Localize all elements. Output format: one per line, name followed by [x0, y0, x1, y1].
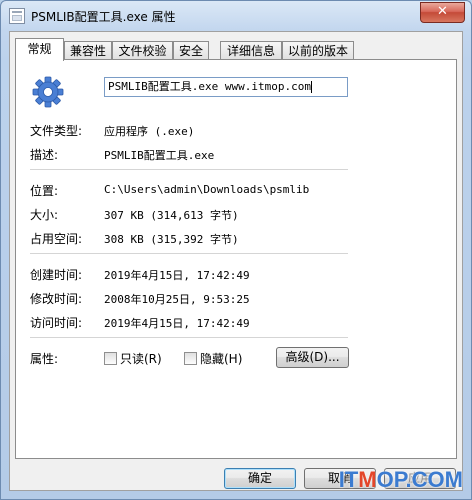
dialog-client: 常规 兼容性 文件校验 安全 详细信息 以前的版本 PSMLIB配置工具.exe… [9, 31, 463, 491]
properties-window: PSMLIB配置工具.exe 属性 ✕ 常规 兼容性 文件校验 安全 详细信息 … [0, 0, 472, 500]
size-on-disk-label: 占用空间: [30, 232, 83, 246]
readonly-checkbox[interactable] [104, 352, 117, 365]
hidden-checkbox[interactable] [184, 352, 197, 365]
file-icon [9, 8, 25, 24]
modified-label: 修改时间: [30, 292, 83, 306]
file-type-value: 应用程序 (.exe) [104, 125, 195, 138]
attributes-label: 属性: [30, 352, 59, 366]
description-value: PSMLIB配置工具.exe [104, 149, 215, 162]
size-value: 307 KB (314,613 字节) [104, 209, 239, 222]
tab-details[interactable]: 详细信息 [220, 41, 282, 59]
readonly-label[interactable]: 只读(R) [120, 350, 162, 367]
separator [30, 169, 348, 170]
advanced-button[interactable]: 高级(D)... [276, 347, 349, 368]
ok-button[interactable]: 确定 [224, 468, 296, 489]
tab-compatibility[interactable]: 兼容性 [64, 41, 112, 59]
gear-icon [32, 76, 64, 108]
hidden-label[interactable]: 隐藏(H) [200, 350, 242, 367]
watermark-prefix: IT [338, 467, 359, 492]
watermark-suffix: OP.COM [376, 467, 463, 492]
file-name-input[interactable]: PSMLIB配置工具.exe www.itmop.com [104, 77, 348, 97]
location-value: C:\Users\admin\Downloads\psmlib [104, 183, 310, 196]
separator [30, 253, 348, 254]
created-value: 2019年4月15日, 17:42:49 [104, 269, 250, 282]
title-bar[interactable]: PSMLIB配置工具.exe 属性 ✕ [1, 1, 471, 31]
tab-general[interactable]: 常规 [15, 38, 64, 61]
watermark-logo: ITMOP.COM [339, 467, 463, 493]
tab-security[interactable]: 安全 [173, 41, 209, 59]
general-tab-panel: PSMLIB配置工具.exe www.itmop.com 文件类型: 应用程序 … [15, 59, 457, 459]
modified-value: 2008年10月25日, 9:53:25 [104, 293, 250, 306]
file-type-label: 文件类型: [30, 124, 83, 138]
file-name-text: PSMLIB配置工具.exe www.itmop.com [108, 80, 311, 93]
watermark-highlight: M [358, 467, 377, 492]
accessed-label: 访问时间: [30, 316, 83, 330]
accessed-value: 2019年4月15日, 17:42:49 [104, 317, 250, 330]
close-button[interactable]: ✕ [420, 2, 465, 23]
separator [30, 337, 348, 338]
location-label: 位置: [30, 184, 59, 198]
size-on-disk-value: 308 KB (315,392 字节) [104, 233, 239, 246]
text-caret [310, 81, 312, 93]
created-label: 创建时间: [30, 268, 83, 282]
window-title: PSMLIB配置工具.exe 属性 [31, 10, 176, 24]
tab-checksum[interactable]: 文件校验 [112, 41, 173, 59]
size-label: 大小: [30, 208, 59, 222]
description-label: 描述: [30, 148, 59, 162]
tab-previous-versions[interactable]: 以前的版本 [282, 41, 354, 59]
tab-strip: 常规 兼容性 文件校验 安全 详细信息 以前的版本 [15, 38, 455, 61]
